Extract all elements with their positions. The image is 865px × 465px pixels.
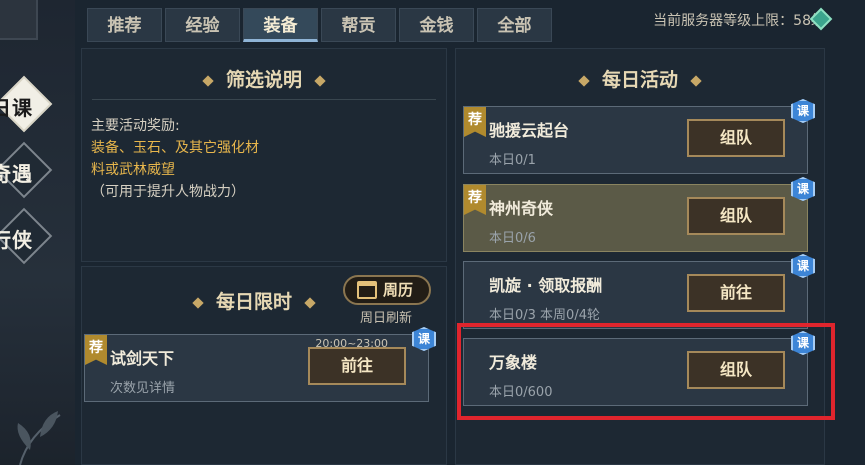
go-button[interactable]: 前往 xyxy=(308,347,406,385)
side-tab-label: 奇遇 xyxy=(0,162,33,186)
activity-progress: 次数见详情 xyxy=(110,381,176,396)
activity-name: 驰援云起台 xyxy=(489,121,570,140)
filter-line: 料或武林威望 xyxy=(91,162,175,178)
diamond-ornament-icon xyxy=(202,75,214,87)
tab-recommended[interactable]: 推荐 xyxy=(87,8,162,42)
side-tab-encounter[interactable]: 奇遇 xyxy=(0,141,53,199)
activity-name: 凯旋 · 领取报酬 xyxy=(489,276,603,295)
diamond-ornament-icon xyxy=(304,297,316,309)
diamond-ornament-icon xyxy=(578,75,590,87)
activity-name: 试剑天下 xyxy=(110,349,175,368)
calendar-label: 周历 xyxy=(383,281,414,299)
recommended-tag: 荐 xyxy=(464,107,486,137)
daily-title: 每日活动 xyxy=(601,69,678,91)
activity-card-shenzhou[interactable]: 荐 神州奇侠 本日0/6 组队 课 xyxy=(463,177,815,252)
highlight-frame xyxy=(457,323,835,420)
activity-card-triumph[interactable]: 凯旋 · 领取报酬 本日0/3 本周0/4轮 前往 课 xyxy=(463,254,815,329)
filter-description: 主要活动奖励: 装备、玉石、及其它强化材 料或武林威望 （可用于提升人物战力） xyxy=(91,115,259,203)
filter-title: 筛选说明 xyxy=(225,69,302,91)
team-up-button[interactable]: 组队 xyxy=(687,197,785,235)
diamond-ornament-icon xyxy=(192,297,204,309)
limited-title: 每日限时 xyxy=(216,291,293,313)
calendar-refresh-note: 周日刷新 xyxy=(360,311,413,326)
recommended-tag: 荐 xyxy=(464,185,486,215)
activity-progress: 本日0/6 xyxy=(489,231,536,246)
top-left-frame xyxy=(0,0,38,40)
filter-line: 装备、玉石、及其它强化材 xyxy=(91,140,259,156)
tab-guild-contribution[interactable]: 帮贡 xyxy=(321,8,396,42)
filter-title-row: 筛选说明 xyxy=(82,65,446,92)
daily-title-row: 每日活动 xyxy=(456,65,824,92)
activity-card-trial[interactable]: 荐 试剑天下 次数见详情 20:00~23:00 前往 课 xyxy=(84,327,436,402)
tab-money[interactable]: 金钱 xyxy=(399,8,474,42)
activity-card-yunqi[interactable]: 荐 驰援云起台 本日0/1 组队 课 xyxy=(463,99,815,174)
divider xyxy=(92,99,436,100)
diamond-ornament-icon xyxy=(314,75,326,87)
filter-line: （可用于提升人物战力） xyxy=(91,184,245,200)
side-tab-label: 日课 xyxy=(0,96,33,120)
team-up-button[interactable]: 组队 xyxy=(687,119,785,157)
leaf-decoration-icon xyxy=(17,411,61,465)
calendar-button[interactable]: 周历 xyxy=(343,275,431,305)
recommended-tag: 荐 xyxy=(85,335,107,365)
side-tab-label: 行侠 xyxy=(0,228,33,252)
tab-equipment[interactable]: 装备 xyxy=(243,8,318,42)
go-button[interactable]: 前往 xyxy=(687,274,785,312)
filter-line: 主要活动奖励: xyxy=(91,118,180,134)
side-tab-daily[interactable]: 日课 xyxy=(0,75,53,133)
activity-progress: 本日0/1 xyxy=(489,153,536,168)
tab-experience[interactable]: 经验 xyxy=(165,8,240,42)
server-level-cap: 当前服务器等级上限：58级 xyxy=(653,13,825,29)
diamond-ornament-icon xyxy=(690,75,702,87)
activity-progress: 本日0/3 本周0/4轮 xyxy=(489,308,600,323)
category-tabs: 推荐 经验 装备 帮贡 金钱 全部 xyxy=(87,8,552,42)
calendar-icon xyxy=(357,281,377,299)
side-tab-chivalry[interactable]: 行侠 xyxy=(0,207,53,265)
activity-name: 神州奇侠 xyxy=(489,199,554,218)
tab-all[interactable]: 全部 xyxy=(477,8,552,42)
